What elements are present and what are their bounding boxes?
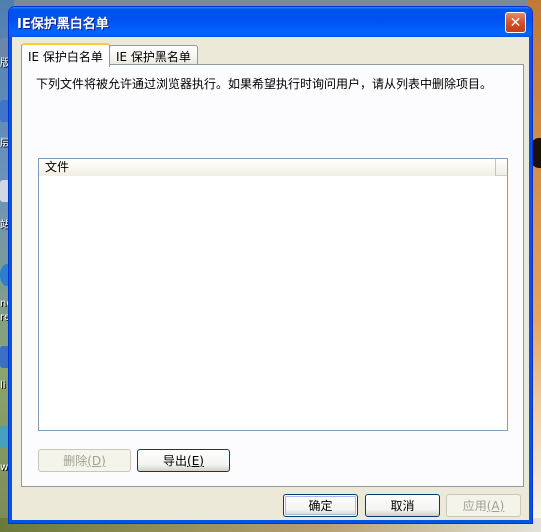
cancel-button[interactable]: 取消	[365, 494, 440, 517]
tab-blacklist[interactable]: IE 保护黑名单	[108, 45, 198, 66]
delete-button-label: 删除	[63, 454, 88, 468]
export-button-accel: (E)	[187, 453, 204, 468]
apply-button[interactable]: 应用 (A)	[446, 494, 521, 517]
delete-button[interactable]: 删除 (D)	[38, 449, 131, 472]
apply-button-label: 应用	[462, 499, 487, 513]
dialog-client-area: IE 保护白名单 IE 保护黑名单 下列文件将被允许通过浏览器执行。如果希望执行…	[13, 37, 528, 519]
tab-whitelist[interactable]: IE 保护白名单	[21, 43, 110, 67]
column-header-file[interactable]: 文件	[39, 159, 496, 176]
list-header: 文件	[39, 159, 507, 176]
file-list[interactable]: 文件	[38, 158, 508, 431]
dialog-window: IE保护黑白名单 ✕ IE 保护白名单 IE 保护黑名单 下列文件将被允许通过浏…	[8, 6, 533, 524]
export-button-label: 导出	[163, 454, 188, 468]
title-bar[interactable]: IE保护黑白名单 ✕	[9, 7, 532, 37]
close-icon: ✕	[509, 14, 522, 31]
whitelist-description: 下列文件将被允许通过浏览器执行。如果希望执行时询问用户，请从列表中删除项目。	[36, 77, 493, 91]
delete-button-accel: (D)	[87, 453, 106, 468]
ok-button[interactable]: 确定	[283, 494, 358, 517]
window-title: IE保护黑白名单	[17, 16, 109, 32]
apply-button-accel: (A)	[486, 498, 505, 513]
export-button[interactable]: 导出 (E)	[137, 449, 230, 472]
tab-panel-whitelist: 下列文件将被允许通过浏览器执行。如果希望执行时询问用户，请从列表中删除项目。 文…	[21, 64, 524, 487]
close-button[interactable]: ✕	[505, 12, 526, 33]
tab-strip: IE 保护白名单 IE 保护黑名单	[21, 43, 198, 67]
column-header-filler	[496, 159, 507, 175]
